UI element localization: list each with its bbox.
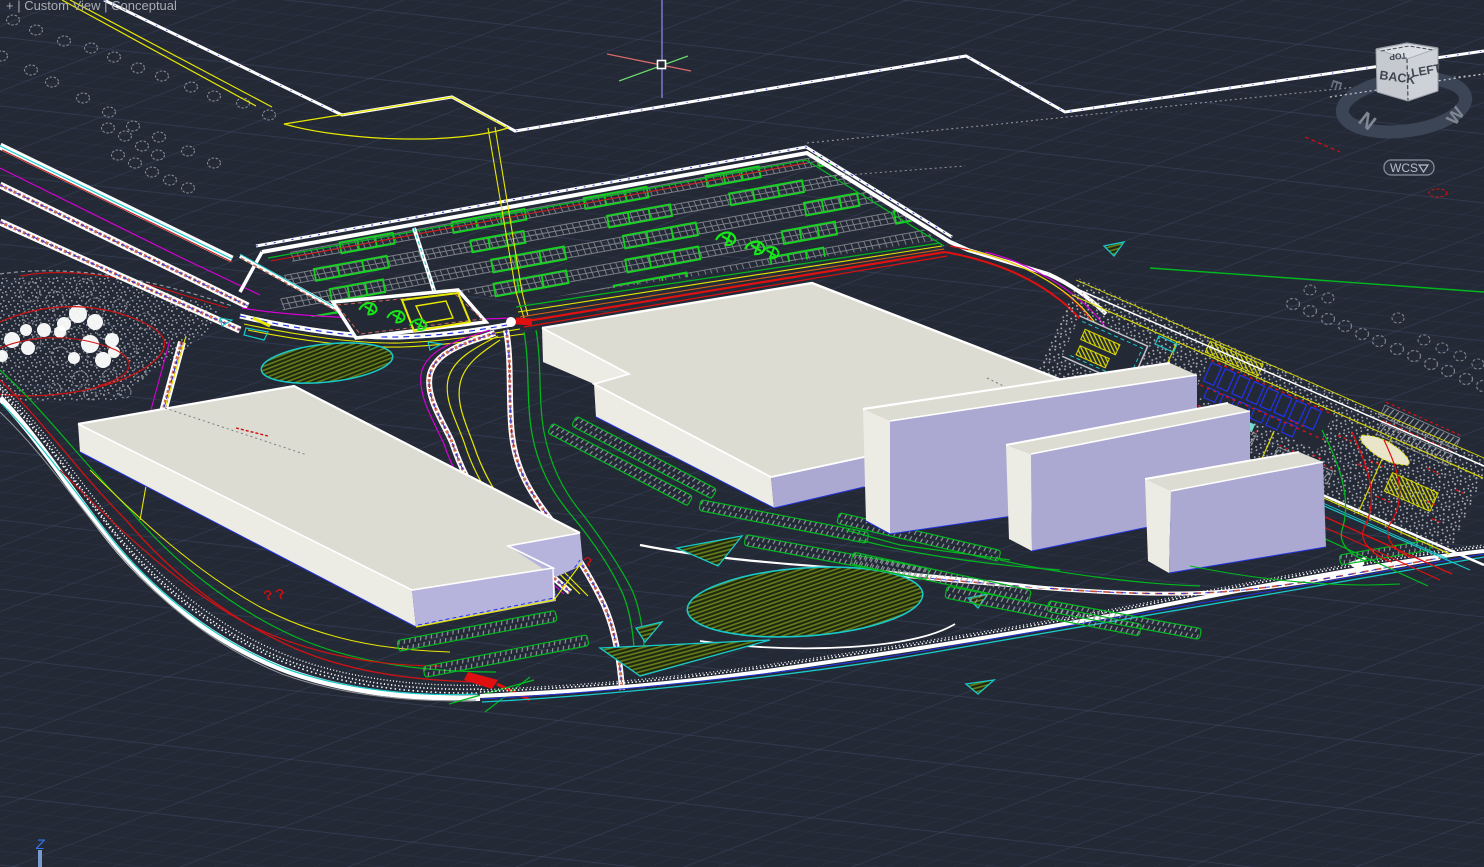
svg-text:+ | Custom View | Conceptual: + | Custom View | Conceptual bbox=[6, 0, 177, 13]
svg-text:Z: Z bbox=[35, 836, 45, 852]
svg-text:WCS: WCS bbox=[1390, 161, 1418, 175]
svg-text:TOP: TOP bbox=[1388, 51, 1407, 63]
